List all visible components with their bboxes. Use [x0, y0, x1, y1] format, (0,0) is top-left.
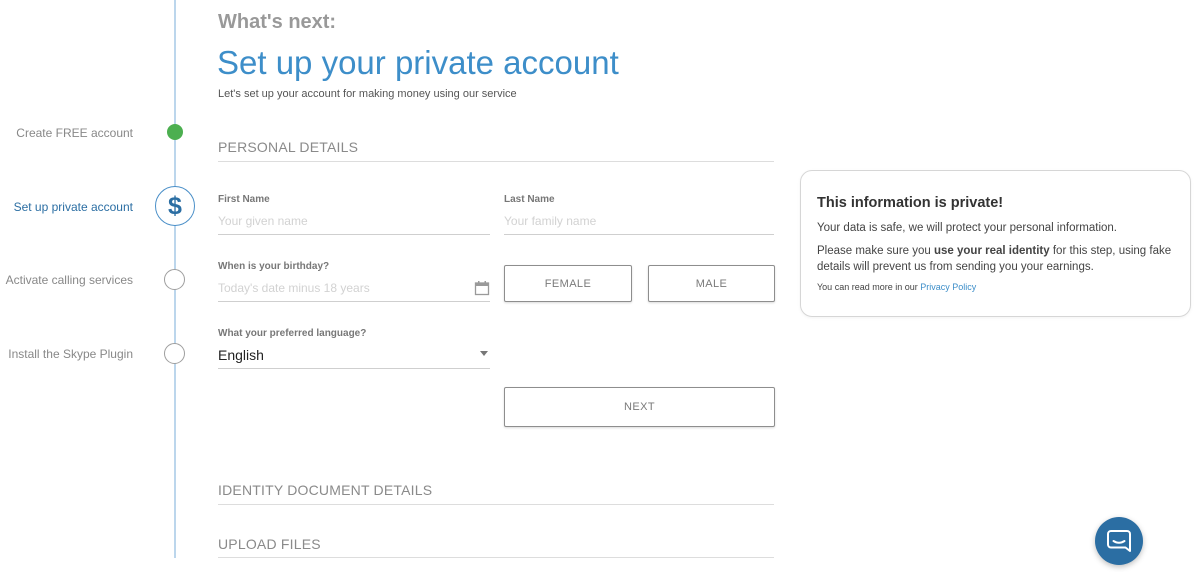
info-safe-text: Your data is safe, we will protect your … [817, 222, 1118, 234]
first-name-input[interactable] [218, 211, 490, 235]
section-upload-files[interactable]: UPLOAD FILES [218, 536, 774, 558]
last-name-input[interactable] [504, 211, 774, 235]
first-name-field: First Name [218, 194, 490, 235]
info-title: This information is private! [817, 195, 1004, 211]
language-field: What your preferred language? English [218, 328, 490, 369]
read-more-text: You can read more in our [817, 282, 921, 292]
step-label-private-account[interactable]: Set up private account [14, 200, 133, 214]
step-label-activate-calling[interactable]: Activate calling services [6, 273, 133, 287]
privacy-policy-link[interactable]: Privacy Policy [920, 282, 976, 292]
whats-next-heading: What's next: [218, 11, 337, 33]
chat-launcher-button[interactable] [1095, 517, 1143, 565]
first-name-label: First Name [218, 194, 270, 205]
next-button[interactable]: NEXT [504, 387, 775, 427]
female-button[interactable]: FEMALE [504, 265, 632, 302]
language-label: What your preferred language? [218, 328, 367, 339]
section-identity-document[interactable]: IDENTITY DOCUMENT DETAILS [218, 482, 774, 505]
last-name-label: Last Name [504, 194, 555, 205]
info-identity-text: Please make sure you use your real ident… [817, 243, 1174, 275]
info-read-more: You can read more in our Privacy Policy [817, 282, 1174, 292]
step-done-dot [167, 124, 183, 140]
step-todo-dot [164, 343, 185, 364]
page-title: Set up your private account [217, 44, 619, 81]
dollar-icon: $ [168, 191, 182, 220]
birthday-input[interactable] [218, 278, 490, 302]
step-todo-dot [164, 269, 185, 290]
privacy-info-card: This information is private! Your data i… [800, 170, 1191, 317]
step-active-dot: $ [155, 186, 195, 226]
step-label-install-plugin[interactable]: Install the Skype Plugin [8, 347, 133, 361]
chat-icon [1107, 530, 1131, 552]
dropdown-arrow-icon [480, 351, 488, 356]
language-selected-value: English [218, 347, 264, 363]
section-personal-details[interactable]: PERSONAL DETAILS [218, 139, 774, 162]
last-name-field: Last Name [504, 194, 774, 235]
step-label-create-account[interactable]: Create FREE account [16, 126, 133, 140]
male-button[interactable]: MALE [648, 265, 775, 302]
calendar-icon[interactable] [474, 280, 490, 301]
info-identity-text-start: Please make sure you [817, 245, 934, 257]
birthday-field: When is your birthday? [218, 261, 490, 302]
language-select[interactable]: English [218, 345, 490, 369]
page-subtitle: Let's set up your account for making mon… [218, 88, 517, 100]
info-identity-emphasis: use your real identity [933, 245, 1050, 257]
birthday-label: When is your birthday? [218, 261, 330, 272]
